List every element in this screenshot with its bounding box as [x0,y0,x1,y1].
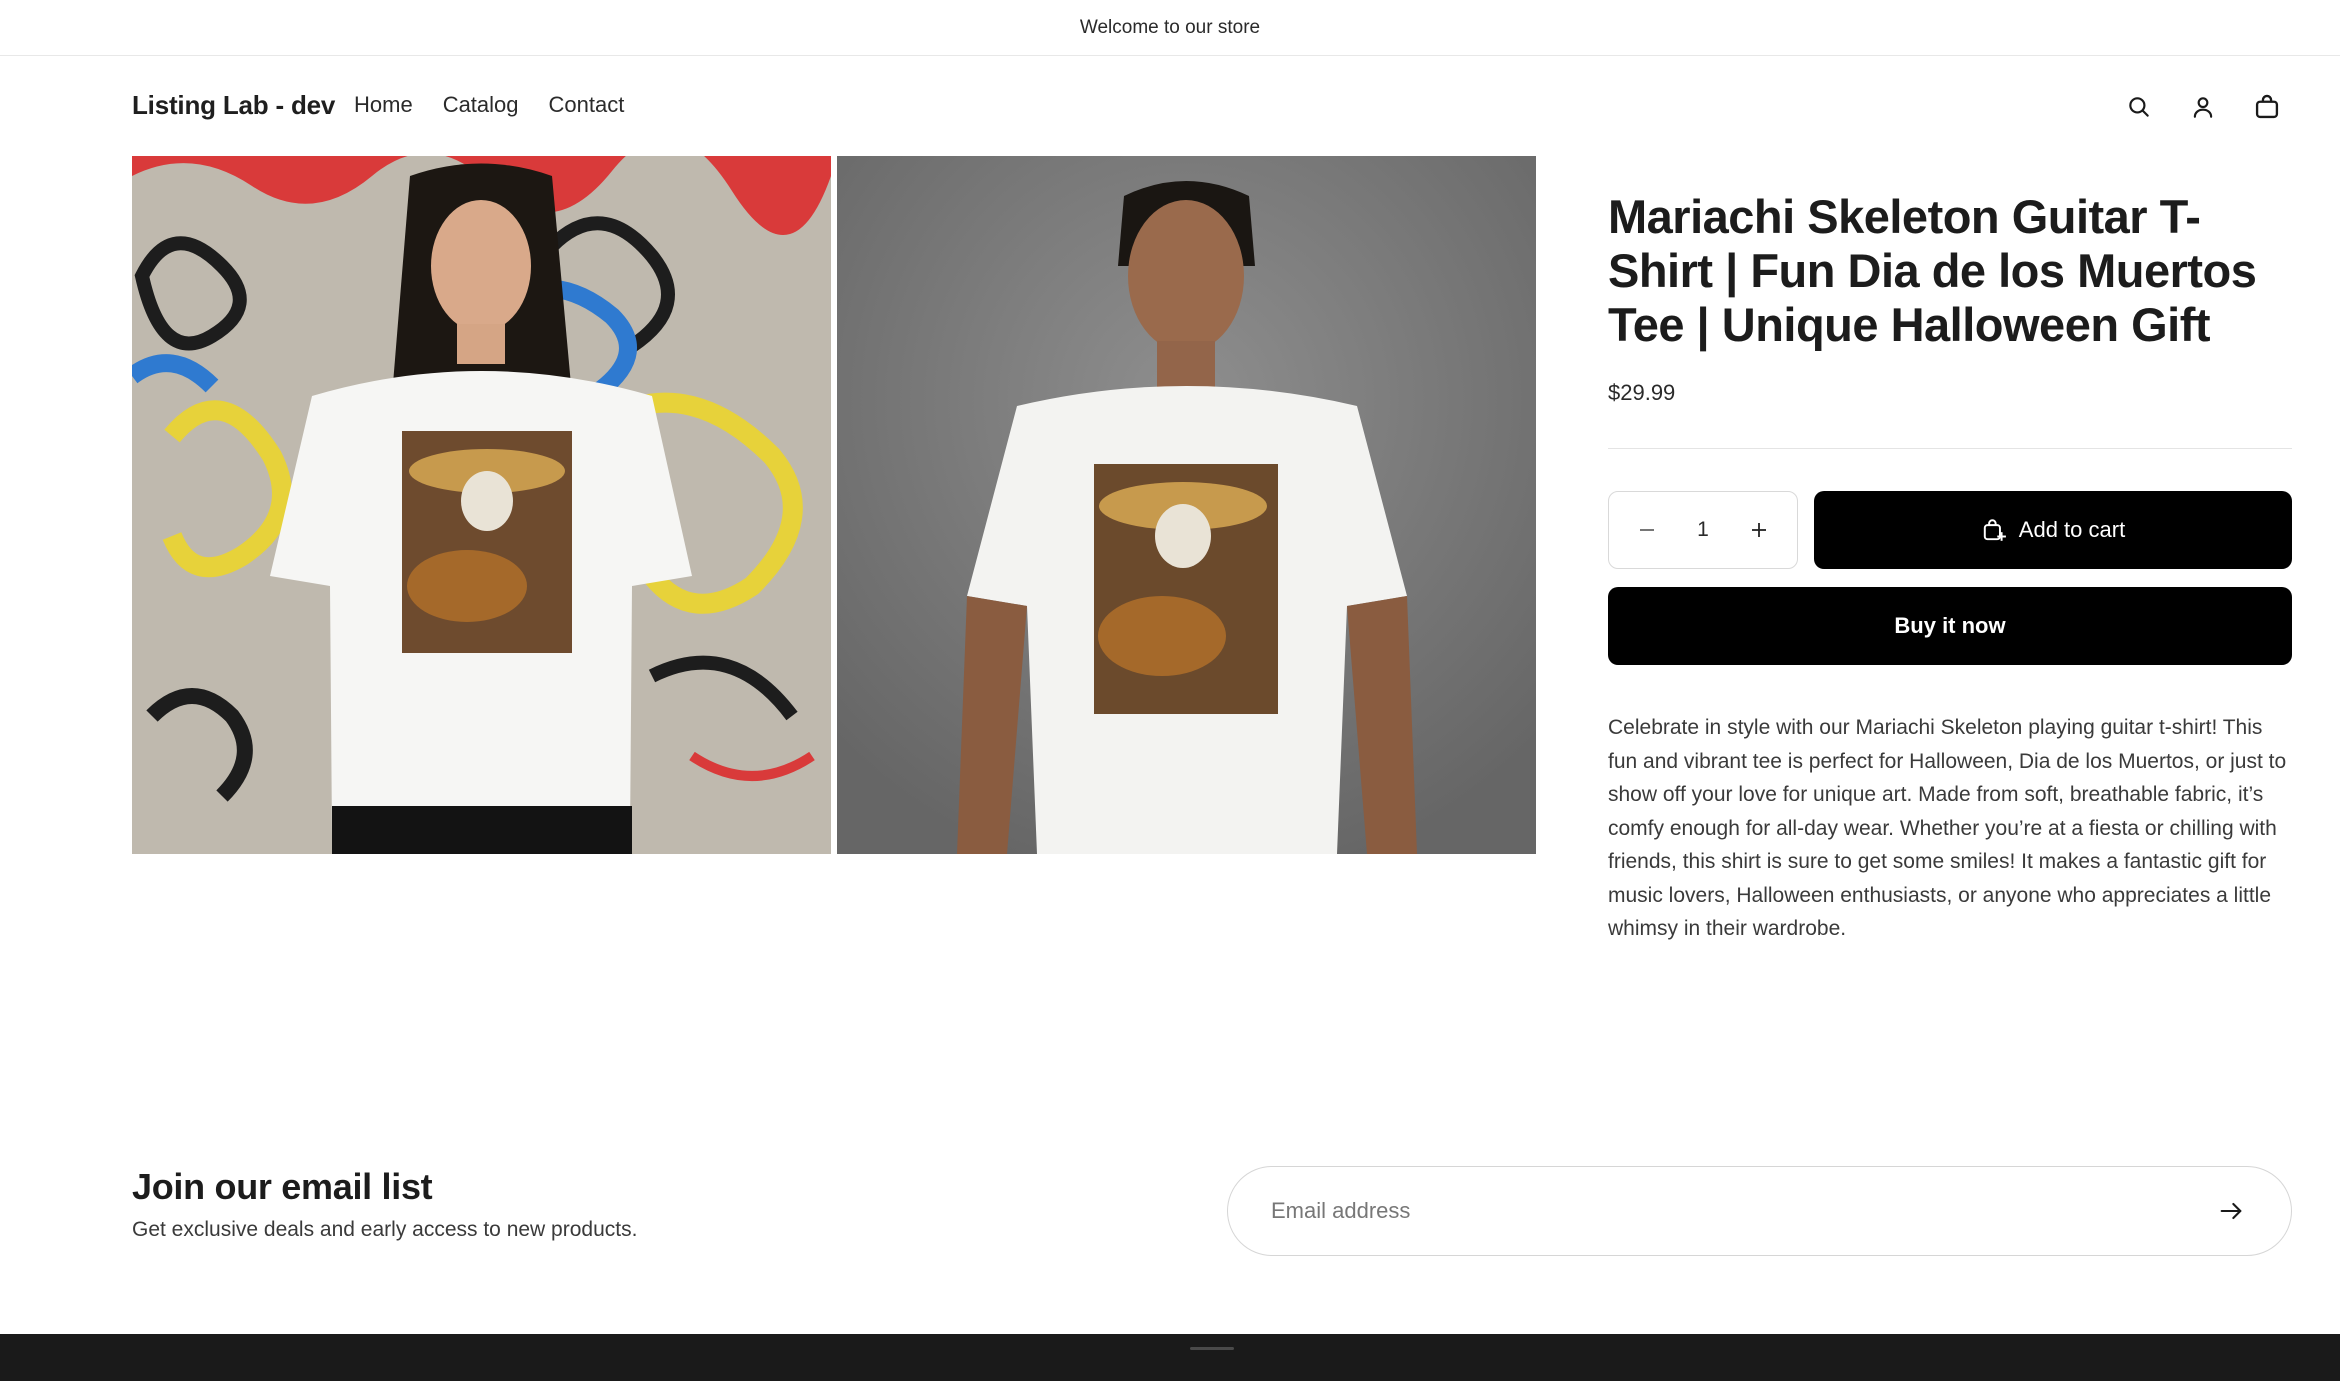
product-info: Mariachi Skeleton Guitar T-Shirt | Fun D… [1608,190,2292,946]
product-photo-woman-graffiti[interactable] [132,156,831,854]
divider [1608,448,2292,449]
announcement-text: Welcome to our store [1079,16,1261,38]
add-to-cart-button[interactable]: Add to cart [1814,491,2292,569]
purchase-row: 1 Add to cart [1608,491,2292,569]
buy-it-now-label: Buy it now [1894,613,2006,638]
product-gallery [132,156,1536,854]
newsletter-subtitle: Get exclusive deals and early access to … [132,1218,638,1241]
cart-icon[interactable] [2250,90,2284,124]
email-form [1227,1166,2292,1256]
store-logo[interactable]: Listing Lab - dev [132,90,335,121]
product-title: Mariachi Skeleton Guitar T-Shirt | Fun D… [1608,190,2257,351]
main-nav: Home Catalog Contact [354,92,624,118]
newsletter-section: Join our email list Get exclusive deals … [132,1166,2292,1256]
site-header: Listing Lab - dev Home Catalog Contact [0,56,2340,156]
nav-catalog[interactable]: Catalog [443,92,519,118]
quantity-stepper: 1 [1608,491,1798,569]
newsletter-title: Join our email list [132,1166,433,1207]
announcement-bar: Welcome to our store [0,0,2340,56]
nav-home[interactable]: Home [354,92,413,118]
header-icons [2122,90,2284,124]
minus-icon[interactable] [1633,516,1661,544]
nav-contact[interactable]: Contact [549,92,625,118]
quantity-value[interactable]: 1 [1697,518,1709,542]
plus-icon[interactable] [1745,516,1773,544]
product-price: $29.99 [1608,380,1676,405]
search-icon[interactable] [2122,90,2156,124]
add-to-cart-label: Add to cart [2018,517,2126,542]
footer [0,1334,2340,1381]
email-input[interactable] [1271,1198,2211,1224]
account-icon[interactable] [2186,90,2220,124]
product-description: Celebrate in style with our Mariachi Ske… [1608,716,2287,940]
arrow-right-icon[interactable] [2211,1191,2251,1231]
product-photo-man-studio[interactable] [837,156,1536,854]
footer-handle [1190,1347,1234,1350]
cart-add-icon [1983,519,2006,541]
buy-it-now-button[interactable]: Buy it now [1608,587,2292,665]
